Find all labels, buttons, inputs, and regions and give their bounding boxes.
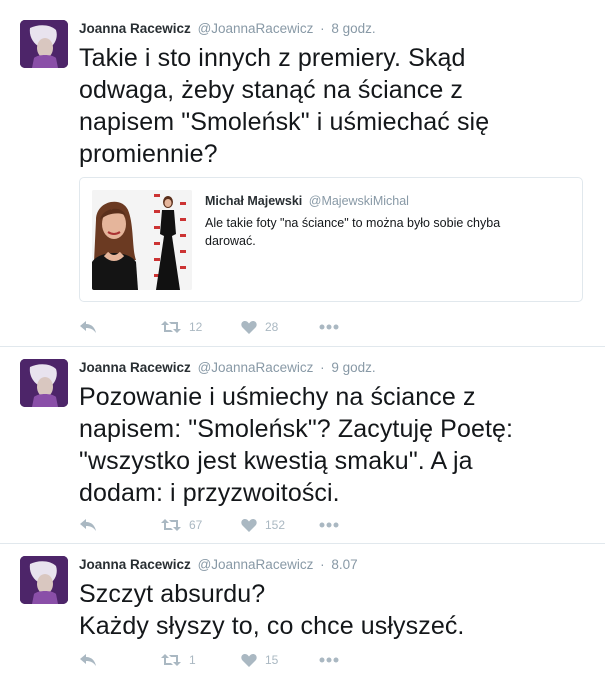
like-button[interactable]: 152 <box>241 515 285 535</box>
quoted-tweet-text: Ale takie foty "na ściance" to można był… <box>205 214 565 250</box>
like-button[interactable]: 28 <box>241 317 278 337</box>
tweet-text: Szczyt absurdu? Każdy słyszy to, co chce… <box>79 578 585 642</box>
tweet[interactable]: Joanna Racewicz @JoannaRacewicz · 8 godz… <box>0 8 605 347</box>
quoted-text-line: darować. <box>205 234 256 248</box>
retweet-icon <box>161 321 181 333</box>
tweet-actions: 1 15 <box>79 650 379 670</box>
like-button[interactable]: 15 <box>241 650 278 670</box>
author-name[interactable]: Joanna Racewicz <box>79 360 191 375</box>
like-count: 15 <box>265 653 279 667</box>
reply-button[interactable] <box>79 317 97 337</box>
retweet-button[interactable]: 12 <box>161 317 202 337</box>
reply-icon <box>80 519 96 531</box>
reply-icon <box>80 321 96 333</box>
quoted-author-name[interactable]: Michał Majewski <box>205 194 302 208</box>
tweet-timestamp[interactable]: 9 godz. <box>331 360 375 375</box>
more-button[interactable] <box>319 650 339 670</box>
author-handle[interactable]: @JoannaRacewicz <box>198 557 314 572</box>
avatar[interactable] <box>20 359 68 407</box>
tweet-text: Pozowanie i uśmiechy na ściance z napise… <box>79 381 585 509</box>
tweet-text-line: napisem: "Smoleńsk"? Zacytuję Poetę: <box>79 415 514 443</box>
heart-icon <box>241 320 257 334</box>
tweet-actions: 67 152 <box>79 515 379 535</box>
more-dots-icon <box>319 657 339 663</box>
tweet-text-line: "wszystko jest kwestią smaku". A ja <box>79 447 473 475</box>
author-handle[interactable]: @JoannaRacewicz <box>198 360 314 375</box>
quoted-author-handle[interactable]: @MajewskiMichal <box>309 194 409 208</box>
quoted-tweet[interactable]: Michał Majewski @MajewskiMichal Ale taki… <box>79 177 583 302</box>
tweet-text-line: Każdy słyszy to, co chce usłyszeć. <box>79 612 465 640</box>
retweet-icon <box>161 654 181 666</box>
tweet-text-line: odwaga, żeby stanąć na ściance z <box>79 76 463 104</box>
tweet-timestamp[interactable]: 8.07 <box>331 557 357 572</box>
tweet-actions: 12 28 <box>79 317 379 337</box>
avatar[interactable] <box>20 20 68 68</box>
tweet-timestamp[interactable]: 8 godz. <box>331 21 375 36</box>
tweet-header: Joanna Racewicz @JoannaRacewicz · 8.07 <box>79 556 358 574</box>
tweet-header: Joanna Racewicz @JoannaRacewicz · 9 godz… <box>79 359 376 377</box>
retweet-button[interactable]: 1 <box>161 650 196 670</box>
more-button[interactable] <box>319 515 339 535</box>
retweet-count: 1 <box>189 653 196 667</box>
tweet-text-line: Szczyt absurdu? <box>79 580 266 608</box>
tweet[interactable]: Joanna Racewicz @JoannaRacewicz · 9 godz… <box>0 347 605 544</box>
author-handle[interactable]: @JoannaRacewicz <box>198 21 314 36</box>
reply-icon <box>80 654 96 666</box>
avatar[interactable] <box>20 556 68 604</box>
author-name[interactable]: Joanna Racewicz <box>79 21 191 36</box>
tweet-text-line: promiennie? <box>79 140 218 168</box>
reply-button[interactable] <box>79 650 97 670</box>
header-separator: · <box>320 557 325 572</box>
quoted-tweet-header: Michał Majewski @MajewskiMichal <box>205 194 409 208</box>
tweet[interactable]: Joanna Racewicz @JoannaRacewicz · 8.07 S… <box>0 544 605 684</box>
author-name[interactable]: Joanna Racewicz <box>79 557 191 572</box>
quoted-text-line: Ale takie foty "na ściance" to można był… <box>205 216 501 230</box>
header-separator: · <box>320 21 325 36</box>
tweet-text-line: napisem "Smoleńsk" i uśmiechać się <box>79 108 490 136</box>
like-count: 28 <box>265 320 279 334</box>
tweet-text-line: Pozowanie i uśmiechy na ściance z <box>79 383 476 411</box>
like-count: 152 <box>265 518 286 532</box>
retweet-button[interactable]: 67 <box>161 515 202 535</box>
quoted-tweet-photo[interactable] <box>92 190 192 290</box>
retweet-icon <box>161 519 181 531</box>
more-dots-icon <box>319 522 339 528</box>
tweet-text-line: dodam: i przyzwoitości. <box>79 479 340 507</box>
retweet-count: 12 <box>189 320 203 334</box>
header-separator: · <box>320 360 325 375</box>
tweet-text-line: Takie i sto innych z premiery. Skąd <box>79 44 466 72</box>
retweet-count: 67 <box>189 518 203 532</box>
more-dots-icon <box>319 324 339 330</box>
reply-button[interactable] <box>79 515 97 535</box>
tweet-header: Joanna Racewicz @JoannaRacewicz · 8 godz… <box>79 20 376 38</box>
heart-icon <box>241 518 257 532</box>
more-button[interactable] <box>319 317 339 337</box>
heart-icon <box>241 653 257 667</box>
tweet-text: Takie i sto innych z premiery. Skąd odwa… <box>79 42 585 170</box>
